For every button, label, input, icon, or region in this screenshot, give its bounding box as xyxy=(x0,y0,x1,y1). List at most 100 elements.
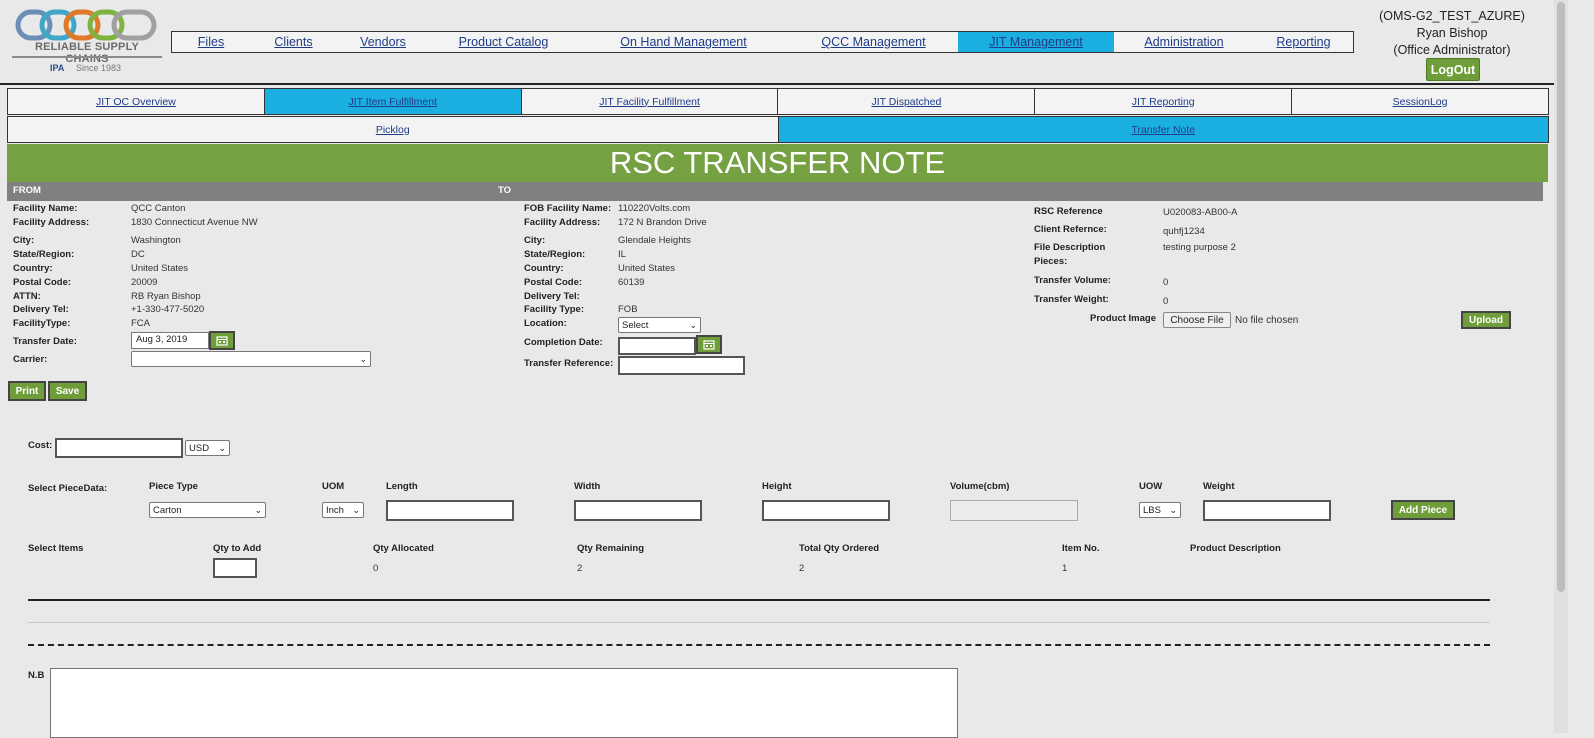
tab-jit-item-fulfillment[interactable]: JIT Item Fulfillment xyxy=(264,89,522,114)
width-input[interactable] xyxy=(574,500,702,521)
from-facility-name-label: Facility Name: xyxy=(13,203,78,214)
cost-input[interactable] xyxy=(55,438,183,458)
to-country-label: Country: xyxy=(524,263,564,274)
from-state-label: State/Region: xyxy=(13,249,75,260)
rsc-reference-value: U020083-AB00-A xyxy=(1163,207,1238,218)
vertical-scrollbar[interactable] xyxy=(1554,0,1568,733)
currency-select[interactable]: USD ⌄ xyxy=(185,440,230,456)
to-facility-type-label: Facility Type: xyxy=(524,304,585,315)
logo-mark: IPA xyxy=(50,63,65,73)
tab-picklog[interactable]: Picklog xyxy=(8,117,779,142)
qty-to-add-input[interactable] xyxy=(213,558,257,578)
total-qty-ordered-header: Total Qty Ordered xyxy=(799,543,880,554)
completion-date-calendar-button[interactable] xyxy=(696,335,722,354)
item-no-header: Item No. xyxy=(1062,543,1100,554)
location-label: Location: xyxy=(524,318,567,329)
from-facility-type-value: FCA xyxy=(131,318,150,329)
tab-sessionlog[interactable]: SessionLog xyxy=(1292,89,1548,114)
print-button[interactable]: Print xyxy=(8,381,46,401)
to-facility-name-value: 110220Volts.com xyxy=(618,203,691,214)
save-button[interactable]: Save xyxy=(48,381,87,401)
logo-brand-text: RELIABLE SUPPLY CHAINS xyxy=(34,41,140,65)
nav-qcc-management[interactable]: QCC Management xyxy=(789,32,958,52)
no-file-chosen-text: No file chosen xyxy=(1235,315,1299,326)
cost-label: Cost: xyxy=(28,440,53,451)
to-facility-address-label: Facility Address: xyxy=(524,217,601,228)
nb-textarea[interactable] xyxy=(50,668,958,738)
logout-button[interactable]: LogOut xyxy=(1426,58,1480,81)
piece-type-label: Piece Type xyxy=(149,481,198,492)
piece-type-select[interactable]: Carton ⌄ xyxy=(149,502,266,518)
transfer-date-input[interactable]: Aug 3, 2019 xyxy=(131,332,209,349)
to-delivery-tel-label: Delivery Tel: xyxy=(524,291,580,302)
select-items-header: Select Items xyxy=(28,543,84,554)
item-no-value: 1 xyxy=(1062,563,1068,574)
from-delivery-tel-label: Delivery Tel: xyxy=(13,304,69,315)
transfer-date-calendar-button[interactable] xyxy=(209,331,235,350)
completion-date-label: Completion Date: xyxy=(524,337,603,348)
transfer-reference-label: Transfer Reference: xyxy=(524,358,614,369)
from-country-value: United States xyxy=(131,263,189,274)
nav-product-catalog[interactable]: Product Catalog xyxy=(429,32,578,52)
uom-select-value: Inch xyxy=(326,504,344,516)
from-facility-address-label: Facility Address: xyxy=(13,217,90,228)
from-facility-address-value: 1830 Connecticut Avenue NW xyxy=(131,217,258,228)
to-facility-address-value: 172 N Brandon Drive xyxy=(618,217,707,228)
uow-select[interactable]: LBS ⌄ xyxy=(1139,502,1181,518)
nav-files[interactable]: Files xyxy=(172,32,250,52)
jit-subnav: JIT OC Overview JIT Item Fulfillment JIT… xyxy=(7,88,1549,115)
uow-label: UOW xyxy=(1139,481,1163,492)
height-input[interactable] xyxy=(762,500,890,521)
choose-file-button[interactable]: Choose File xyxy=(1163,312,1231,328)
nav-vendors[interactable]: Vendors xyxy=(337,32,429,52)
uom-select[interactable]: Inch ⌄ xyxy=(322,502,364,518)
tab-jit-oc-overview[interactable]: JIT OC Overview xyxy=(8,89,265,114)
transfer-reference-input[interactable] xyxy=(618,356,745,375)
chevron-down-icon: ⌄ xyxy=(359,353,367,364)
nav-on-hand-management[interactable]: On Hand Management xyxy=(578,32,789,52)
to-postal-code-value: 60139 xyxy=(618,277,645,288)
product-description-header: Product Description xyxy=(1190,543,1281,554)
transfer-date-label: Transfer Date: xyxy=(13,336,77,347)
file-description-label: File Description xyxy=(1034,242,1106,253)
calendar-icon xyxy=(703,340,715,350)
client-reference-value: quhfj1234 xyxy=(1163,226,1205,237)
transfer-weight-value: 0 xyxy=(1163,296,1169,307)
tab-transfer-note[interactable]: Transfer Note xyxy=(778,117,1548,142)
tab-jit-reporting[interactable]: JIT Reporting xyxy=(1035,89,1293,114)
from-country-label: Country: xyxy=(13,263,53,274)
length-label: Length xyxy=(386,481,418,492)
to-postal-code-label: Postal Code: xyxy=(524,277,583,288)
page-title: RSC TRANSFER NOTE xyxy=(7,144,1548,182)
header-divider xyxy=(0,83,1554,85)
from-facility-type-label: FacilityType: xyxy=(13,318,71,329)
nav-jit-management[interactable]: JIT Management xyxy=(958,32,1114,52)
location-select[interactable]: Select ⌄ xyxy=(618,317,701,333)
calendar-icon xyxy=(216,336,228,346)
tab-jit-dispatched[interactable]: JIT Dispatched xyxy=(778,89,1036,114)
section-divider-solid xyxy=(28,599,1490,601)
from-to-header: FROM TO xyxy=(7,182,1543,201)
nav-reporting[interactable]: Reporting xyxy=(1254,32,1353,52)
client-reference-label: Client Refernce: xyxy=(1034,224,1107,235)
tab-jit-facility-fulfillment[interactable]: JIT Facility Fulfillment xyxy=(522,89,779,114)
carrier-select[interactable]: ⌄ xyxy=(131,351,371,367)
scrollbar-thumb[interactable] xyxy=(1557,2,1565,592)
nb-label: N.B xyxy=(28,670,45,681)
weight-input[interactable] xyxy=(1203,500,1331,521)
transfer-volume-value: 0 xyxy=(1163,277,1169,288)
from-city-label: City: xyxy=(13,235,35,246)
user-info: (OMS-G2_TEST_AZURE) Ryan Bishop (Office … xyxy=(1370,8,1534,59)
from-postal-code-value: 20009 xyxy=(131,277,158,288)
length-input[interactable] xyxy=(386,500,514,521)
nav-clients[interactable]: Clients xyxy=(250,32,337,52)
location-select-value: Select xyxy=(622,319,649,331)
add-piece-button[interactable]: Add Piece xyxy=(1391,500,1455,520)
upload-button[interactable]: Upload xyxy=(1461,311,1511,329)
chevron-down-icon: ⌄ xyxy=(352,504,360,515)
height-label: Height xyxy=(762,481,792,492)
nav-administration[interactable]: Administration xyxy=(1114,32,1254,52)
product-image-label: Product Image xyxy=(1090,313,1156,324)
select-piecedata-label: Select PieceData: xyxy=(28,483,108,494)
completion-date-input[interactable] xyxy=(618,337,696,355)
